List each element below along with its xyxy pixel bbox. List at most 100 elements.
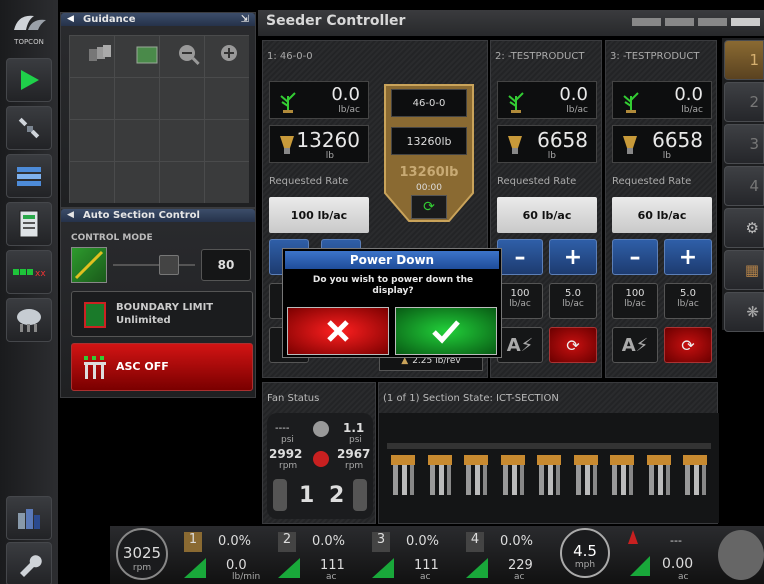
speed-value: 4.5 [573,542,597,560]
weather-button[interactable] [6,298,52,342]
toolbar-beam [387,443,711,449]
plant-icon [280,92,296,113]
amount-unit: lb [662,151,671,161]
bins-button[interactable] [6,496,52,540]
asc-off-button[interactable]: ASC OFF [71,343,253,391]
section-state-panel: (1 of 1) Section State: ICT-SECTION [378,382,719,524]
prime-button[interactable]: ⟳ [664,327,712,363]
increase-button[interactable]: + [664,239,712,275]
product-panel-3: 3: -TESTPRODUCT 0.0 lb/ac 6658 lb Reques… [605,40,717,378]
product-tab-1[interactable]: 1 [724,40,764,80]
psi-left: ---- [275,423,290,434]
requested-rate-button[interactable]: 100 lb/ac [269,197,369,233]
satellite-button[interactable] [6,106,52,150]
guidance-map[interactable] [69,35,249,203]
title-bar: Seeder Controller [258,10,764,36]
sections-button[interactable]: xx [6,250,52,294]
decrease-button[interactable]: – [497,239,543,275]
zoom-in-icon[interactable] [219,43,243,67]
pressure-gauge-icon [313,421,329,437]
plus-icon: + [563,244,583,270]
product-tab-4[interactable]: 4 [724,166,764,206]
tools-icon: ⚙ [745,219,759,237]
tank-time: 00:00 [416,183,442,193]
increment-unit: lb/ac [562,299,584,309]
increase-button[interactable]: + [549,239,597,275]
checkmark-icon [432,320,460,344]
requested-rate-label: Requested Rate [612,176,692,187]
zoom-out-icon[interactable] [177,43,201,67]
rpm-unit: rpm [132,563,152,573]
report-button[interactable] [6,202,52,246]
pan-icon[interactable] [85,43,115,67]
bins-icon [18,509,40,529]
layers-icon [17,167,41,186]
section-row-unit [681,455,709,511]
requested-rate-button[interactable]: 60 lb/ac [497,197,597,233]
asc-collapse-icon[interactable]: ◀ [67,209,74,222]
tab-number: 1 [749,51,759,69]
boundary-value: Unlimited [116,315,171,326]
bottom-product-3[interactable]: 3 0.0% 111 ac [370,530,460,582]
auto-mode-button[interactable]: A⚡ [612,327,658,363]
slider-handle[interactable] [159,255,179,275]
bottom-product-2[interactable]: 2 0.0% 111 ac [276,530,366,582]
fan-icon: ❋ [746,303,759,321]
amount-display[interactable]: 13260 lb [269,125,369,163]
product-tab-2[interactable]: 2 [724,82,764,122]
dialog-title: Power Down [285,251,499,269]
decrease-button[interactable]: – [612,239,658,275]
product-total: 229 [508,558,533,573]
boundary-limit-button[interactable]: BOUNDARY LIMIT Unlimited [71,291,253,337]
confirm-button[interactable] [395,307,497,355]
product-tab-3[interactable]: 3 [724,124,764,164]
tools-button[interactable]: ⚙ [724,208,764,248]
asc-sections-icon [84,356,106,379]
tab-number: 3 [749,135,759,153]
close-x-icon [327,320,349,342]
step-value-box[interactable]: 100 lb/ac [497,283,543,319]
tank-product: 46-0-0 [391,89,467,117]
requested-rate-button[interactable]: 60 lb/ac [612,197,712,233]
layers-button[interactable] [6,154,52,198]
rate-display[interactable]: 0.0 lb/ac [269,81,369,119]
wheel-right-icon [353,479,367,511]
map-view-icon[interactable] [135,45,159,65]
fan-gauge[interactable]: ---- psi 1.1 psi 2992 rpm 2967 rpm 1 2 [267,413,373,519]
product-total: 111 [320,558,345,573]
fan-2-number: 2 [329,483,345,508]
collapse-arrow-icon[interactable]: ◀ [67,13,74,26]
rate-display[interactable]: 0.0 lb/ac [612,81,712,119]
calibrate-button[interactable]: ▦ [724,250,764,290]
amount-display[interactable]: 6658 lb [612,125,712,163]
rate-display[interactable]: 0.0 lb/ac [497,81,597,119]
tank-refresh-icon[interactable]: ⟳ [411,195,447,219]
auto-mode-button[interactable]: A⚡ [497,327,543,363]
guidance-nav-button[interactable] [6,58,52,102]
cancel-button[interactable] [287,307,389,355]
section-row-unit [535,455,563,511]
increment-value-box[interactable]: 5.0 lb/ac [549,283,597,319]
tire-icon[interactable] [718,530,764,580]
settings-wrench-button[interactable] [6,542,52,584]
increment-value-box[interactable]: 5.0 lb/ac [664,283,712,319]
hopper-icon [508,136,522,154]
rate-unit: lb/ac [338,105,360,115]
slider-value: 80 [201,249,251,281]
page-title: Seeder Controller [266,13,406,29]
requested-rate-label: Requested Rate [269,176,349,187]
control-mode-icon[interactable] [71,247,107,283]
bottom-product-1[interactable]: 1 0.0% 0.0 lb/min [182,530,272,582]
popout-icon[interactable]: ⇲ [241,13,249,26]
product-name: 2: -TESTPRODUCT [495,51,585,62]
amount-display[interactable]: 6658 lb [497,125,597,163]
product-unit: lb/min [232,572,261,582]
slider-track[interactable] [113,264,195,266]
prime-button[interactable]: ⟳ [549,327,597,363]
fan-button[interactable]: ❋ [724,292,764,332]
psi-right: 1.1 [343,421,365,435]
asc-panel: ◀ Auto Section Control CONTROL MODE 80 B… [60,208,256,398]
bottom-product-4[interactable]: 4 0.0% 229 ac [464,530,554,582]
step-value-box[interactable]: 100 lb/ac [612,283,658,319]
plant-icon [508,92,524,113]
